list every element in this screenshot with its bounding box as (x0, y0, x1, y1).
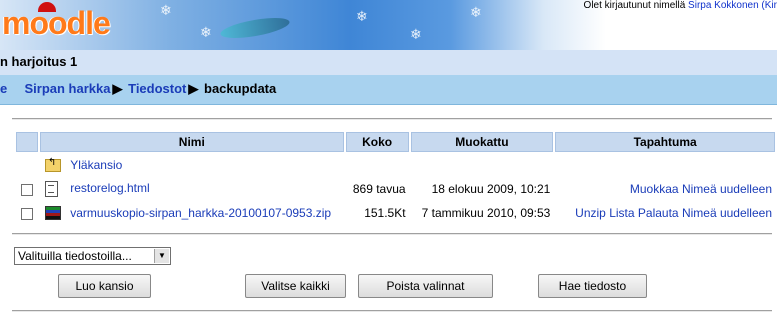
unzip-link[interactable]: Unzip (575, 206, 606, 220)
file-modified: 18 elokuu 2009, 10:21 (431, 182, 551, 196)
rename-link[interactable]: Nimeä uudelleen (682, 182, 772, 196)
parent-folder-icon (44, 157, 61, 173)
file-checkbox[interactable] (20, 183, 33, 196)
breadcrumb-separator: ▶ (112, 81, 123, 96)
column-header-size[interactable]: Koko (345, 132, 409, 152)
login-text: Olet kirjautunut nimellä (583, 0, 689, 11)
parent-folder-link[interactable]: Yläkansio (70, 158, 122, 172)
zip-file-icon (44, 206, 61, 221)
breadcrumb-link-files[interactable]: Tiedostot (128, 81, 186, 96)
login-info: Olet kirjautunut nimellä Sirpa Kokkonen … (584, 0, 777, 11)
table-row: restorelog.html 869 tavua 18 elokuu 2009… (16, 178, 775, 200)
html-file-icon (44, 181, 58, 197)
breadcrumb-link-course[interactable]: Sirpan harkka (24, 81, 110, 96)
restore-link[interactable]: Palauta (638, 206, 679, 220)
file-link[interactable]: restorelog.html (70, 181, 149, 195)
select-value: Valituilla tiedostoilla... (18, 249, 132, 263)
course-title-bar: n harjoitus 1 (0, 50, 777, 75)
file-checkbox[interactable] (20, 207, 33, 220)
chevron-down-icon[interactable]: ▼ (154, 249, 169, 263)
column-header-actions: Tapahtuma (555, 132, 775, 152)
file-link[interactable]: varmuuskopio-sirpan_harkka-20100107-0953… (70, 206, 331, 220)
file-size: 151.5Kt (364, 206, 406, 220)
site-banner: ❄ ❄ ❄ ❄ ❄ moodle Olet kirjautunut nimell… (0, 0, 777, 50)
lappia-swoosh-icon (219, 14, 291, 42)
table-row: varmuuskopio-sirpan_harkka-20100107-0953… (16, 202, 775, 224)
column-header-select (16, 132, 38, 152)
edit-link[interactable]: Muokkaa (630, 182, 679, 196)
breadcrumb: e Sirpan harkka ▶ Tiedostot ▶ backupdata (0, 75, 777, 105)
breadcrumb-separator: ▶ (188, 81, 199, 96)
breadcrumb-current: backupdata (204, 81, 277, 96)
divider (12, 233, 772, 235)
upload-file-button[interactable]: Hae tiedosto (538, 274, 647, 298)
create-folder-button[interactable]: Luo kansio (58, 274, 151, 298)
column-header-name[interactable]: Nimi (39, 132, 344, 152)
rename-link[interactable]: Nimeä uudelleen (682, 206, 772, 220)
moodle-logo[interactable]: moodle (2, 5, 111, 42)
logout-link[interactable]: (Kir (759, 0, 777, 11)
divider (12, 118, 772, 120)
table-header-row: Nimi Koko Muokattu Tapahtuma (16, 132, 775, 152)
list-link[interactable]: Lista (609, 206, 634, 220)
lappia-logo (219, 6, 340, 44)
file-table: Nimi Koko Muokattu Tapahtuma Yläkansio r… (14, 130, 777, 226)
deselect-button[interactable]: Poista valinnat (358, 274, 493, 298)
course-title: n harjoitus 1 (0, 54, 78, 69)
file-size: 869 tavua (352, 182, 406, 196)
selected-files-action-select[interactable]: Valituilla tiedostoilla... ▼ (14, 247, 171, 265)
snowflake-icon: ❄ (356, 8, 368, 24)
file-modified: 7 tammikuu 2010, 09:53 (421, 206, 551, 220)
column-header-modified[interactable]: Muokattu (410, 132, 554, 152)
snowflake-icon: ❄ (200, 24, 212, 40)
snowflake-icon: ❄ (470, 4, 482, 20)
snowflake-icon: ❄ (410, 26, 422, 42)
snowflake-icon: ❄ (160, 2, 172, 18)
breadcrumb-link-home[interactable]: e (0, 81, 7, 96)
divider (12, 310, 772, 312)
user-profile-link[interactable]: Sirpa Kokkonen (688, 0, 759, 11)
table-row: Yläkansio (16, 154, 775, 176)
select-all-button[interactable]: Valitse kaikki (245, 274, 346, 298)
